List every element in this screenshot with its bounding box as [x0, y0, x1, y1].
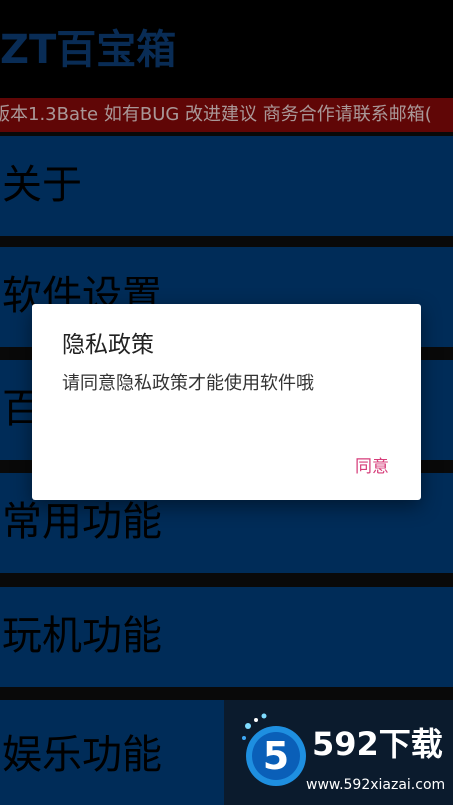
brand-logo-icon: 5: [242, 713, 306, 786]
privacy-dialog: 隐私政策 请同意隐私政策才能使用软件哦 同意: [32, 304, 421, 500]
watermark-592xiazai: 5 592下载 www.592xiazai.com: [224, 700, 453, 805]
brand-logo-text: 5: [263, 734, 289, 778]
agree-button[interactable]: 同意: [349, 452, 395, 482]
watermark-brand: 592下载: [312, 725, 443, 763]
dialog-message: 请同意隐私政策才能使用软件哦: [62, 373, 314, 394]
dialog-title: 隐私政策: [62, 332, 154, 358]
watermark-url: www.592xiazai.com: [306, 777, 446, 793]
